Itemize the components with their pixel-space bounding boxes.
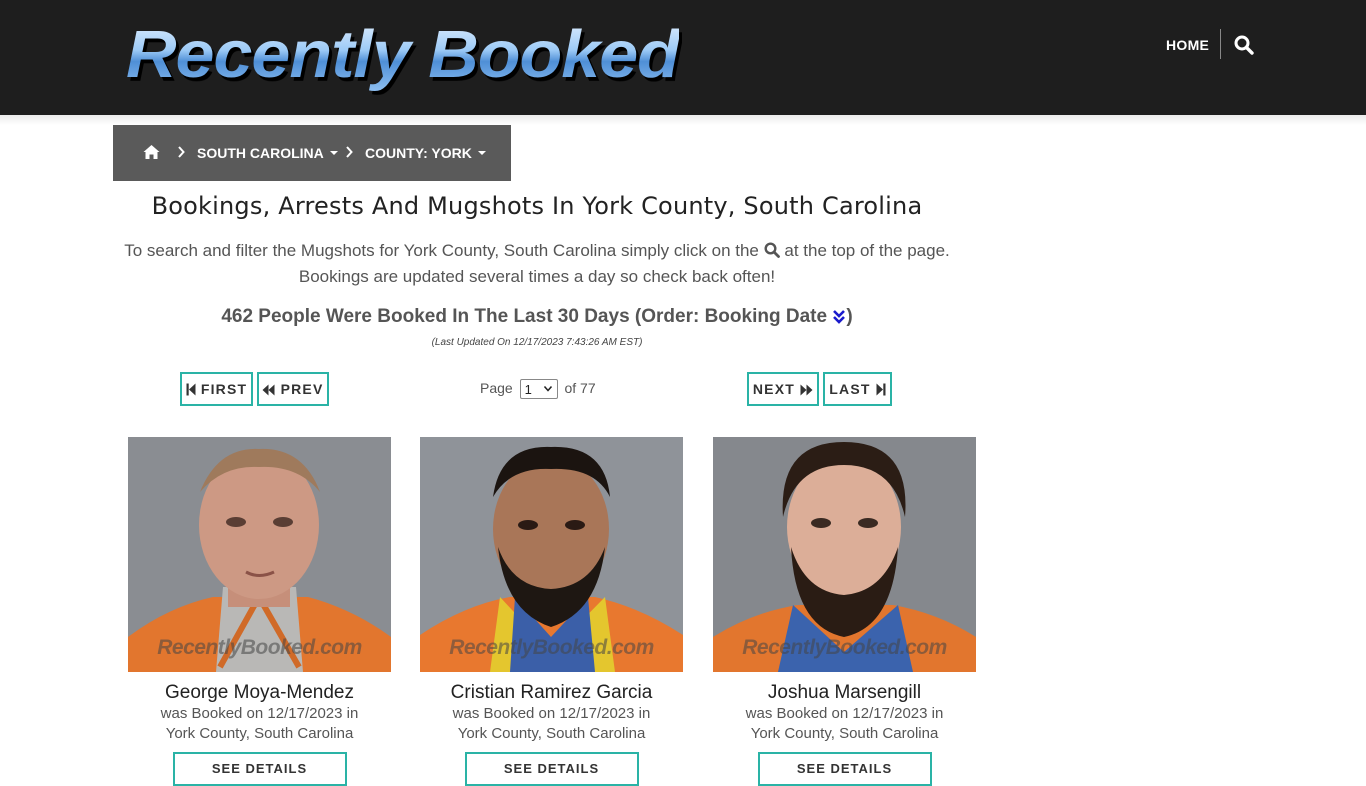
site-header: Recently Booked HOME — [0, 0, 1366, 115]
photo-watermark: RecentlyBooked.com — [742, 636, 947, 659]
next-page-button[interactable]: NEXT — [747, 372, 819, 406]
search-icon — [764, 242, 780, 258]
breadcrumb-county-label: COUNTY: YORK — [365, 145, 472, 161]
booking-count: 462 People Were Booked In The Last 30 Da… — [113, 303, 961, 331]
nav-home-link[interactable]: HOME — [1166, 36, 1209, 54]
breadcrumb: SOUTH CAROLINA COUNTY: YORK — [113, 125, 511, 181]
breadcrumb-state-label: SOUTH CAROLINA — [197, 145, 324, 161]
page-indicator: Page 1 of 77 — [480, 378, 596, 400]
booking-count-close: ) — [846, 306, 853, 327]
page-label: Page — [480, 380, 513, 396]
page-total: of 77 — [564, 380, 596, 396]
photo-watermark: RecentlyBooked.com — [449, 636, 654, 659]
last-label: LAST — [829, 381, 871, 397]
person-name[interactable]: George Moya-Mendez — [128, 682, 391, 704]
photo-watermark: RecentlyBooked.com — [157, 636, 362, 659]
see-details-button[interactable]: SEE DETAILS — [464, 752, 639, 786]
chevron-down-icon — [543, 386, 552, 392]
header-shadow — [0, 115, 1366, 125]
intro-text: To search and filter the Mugshots for Yo… — [113, 238, 961, 290]
breadcrumb-county[interactable]: COUNTY: YORK — [365, 144, 486, 162]
search-icon[interactable] — [1234, 35, 1254, 55]
booking-card: RecentlyBooked.com Cristian Ramirez Garc… — [420, 437, 683, 786]
booking-desc-line2: York County, South Carolina — [165, 725, 354, 742]
skip-first-icon — [186, 383, 196, 396]
booking-desc-line2: York County, South Carolina — [457, 725, 646, 742]
booking-desc-line2: York County, South Carolina — [750, 725, 939, 742]
first-page-button[interactable]: FIRST — [180, 372, 253, 406]
chevron-right-icon — [178, 146, 185, 158]
nav-divider — [1220, 29, 1221, 59]
next-label: NEXT — [752, 381, 796, 397]
forward-icon — [800, 384, 813, 396]
breadcrumb-state[interactable]: SOUTH CAROLINA — [197, 144, 338, 162]
booking-card: RecentlyBooked.com Joshua Marsengill was… — [713, 437, 976, 786]
caret-down-icon — [477, 151, 486, 156]
mugshot-photo[interactable]: RecentlyBooked.com — [128, 437, 391, 672]
first-label: FIRST — [200, 381, 248, 397]
double-chevron-down-icon[interactable] — [832, 309, 846, 325]
skip-last-icon — [876, 383, 886, 396]
prev-page-button[interactable]: PREV — [257, 372, 329, 406]
page-select[interactable]: 1 — [519, 379, 558, 400]
booking-count-text: 462 People Were Booked In The Last 30 Da… — [221, 306, 828, 327]
home-icon[interactable] — [143, 144, 160, 160]
prev-label: PREV — [280, 381, 324, 397]
intro-part2: at the top of the page. — [784, 241, 950, 260]
person-name[interactable]: Joshua Marsengill — [713, 682, 976, 704]
last-page-button[interactable]: LAST — [823, 372, 892, 406]
person-name[interactable]: Cristian Ramirez Garcia — [420, 682, 683, 704]
page-select-value: 1 — [524, 382, 532, 398]
see-details-button[interactable]: SEE DETAILS — [757, 752, 932, 786]
caret-down-icon — [329, 151, 338, 156]
intro-line2: Bookings are updated several times a day… — [298, 267, 776, 286]
booking-desc-line1: was Booked on 12/17/2023 in — [745, 705, 944, 722]
backward-icon — [262, 384, 275, 396]
chevron-right-icon — [346, 146, 353, 158]
mugshot-photo[interactable]: RecentlyBooked.com — [420, 437, 683, 672]
see-details-button[interactable]: SEE DETAILS — [172, 752, 347, 786]
booking-desc-line1: was Booked on 12/17/2023 in — [452, 705, 651, 722]
intro-part1: To search and filter the Mugshots for Yo… — [124, 241, 759, 260]
mugshot-photo[interactable]: RecentlyBooked.com — [713, 437, 976, 672]
booking-card: RecentlyBooked.com George Moya-Mendez wa… — [128, 437, 391, 786]
site-logo[interactable]: Recently Booked — [126, 16, 680, 92]
page-title: Bookings, Arrests And Mugshots In York C… — [151, 192, 923, 220]
last-updated: (Last Updated On 12/17/2023 7:43:26 AM E… — [431, 337, 643, 348]
booking-desc-line1: was Booked on 12/17/2023 in — [160, 705, 359, 722]
